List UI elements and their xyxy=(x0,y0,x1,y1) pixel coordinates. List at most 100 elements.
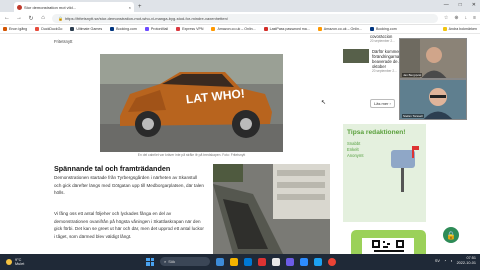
browser-tab-bar: Stor demonstration mot vild... × + xyxy=(0,0,480,12)
home-icon[interactable]: ⌂ xyxy=(40,15,46,21)
tip-line: Snabbt xyxy=(347,141,361,146)
bookmark-item[interactable]: Ultimate Games xyxy=(70,27,102,31)
participant-name: Jan Bergqvist xyxy=(402,73,423,77)
bookmarks-bar: Enon igång DuckDuckGo Ultimate Games Bookin… xyxy=(0,25,480,34)
bookmark-favicon-icon xyxy=(369,27,374,31)
other-bookmarks-label: Andra bokmärken xyxy=(448,27,477,31)
video-tile-1[interactable]: Jan Bergqvist xyxy=(399,38,467,79)
bookmark-favicon-icon xyxy=(176,27,181,31)
news-date: 20 september 2... xyxy=(370,39,395,43)
bookmark-favicon-icon xyxy=(35,27,40,31)
app-icon[interactable] xyxy=(258,257,266,266)
bookmark-label: Amazon.co.uk – Onlin... xyxy=(323,27,362,31)
clock-date: 2022-10-01 xyxy=(456,261,476,265)
search-placeholder: Sök xyxy=(168,259,176,264)
bookmark-favicon-icon xyxy=(70,27,75,31)
clock[interactable]: 07:51 2022-10-01 xyxy=(457,256,476,266)
bookmark-label: Express VPN xyxy=(182,27,204,31)
bookmark-item[interactable]: LastPass password ma... xyxy=(263,27,310,31)
address-toolbar: ← → ↻ ⌂ 🔒 https://fritetsnytt.se/stor-de… xyxy=(0,12,480,25)
tab-close-icon[interactable]: × xyxy=(129,5,131,10)
bookmark-item[interactable]: ProtonMail xyxy=(144,27,169,31)
other-bookmarks-folder[interactable]: Andra bokmärken xyxy=(442,27,477,31)
photo-caption: En del cabrilet var kräver inte på strål… xyxy=(137,153,246,157)
bookmark-favicon-icon xyxy=(110,27,115,31)
read-more-button[interactable]: Läs mer › xyxy=(370,99,395,108)
url-text: https://fritetsnytt.se/stor-demonstratio… xyxy=(64,15,228,21)
bookmark-label: Booking.com xyxy=(375,27,397,31)
volume-icon[interactable]: ◖ xyxy=(450,259,452,263)
bookmark-favicon-icon xyxy=(211,27,216,31)
aerial-demonstration-photo xyxy=(213,164,330,254)
car-photo: LAT WHO! xyxy=(100,54,283,152)
bookmark-favicon-icon xyxy=(263,27,268,31)
bookmark-item[interactable]: Amazon.co.uk – Onlin... xyxy=(317,27,362,31)
tip-line: Enkelt xyxy=(347,147,359,152)
taskbar-apps: ⌕ Sök xyxy=(146,257,336,266)
window-controls: — □ ✕ xyxy=(444,2,476,8)
bookmark-item[interactable]: Amazon.co.uk – Onlin... xyxy=(211,27,256,31)
bookmark-label: ProtonMail xyxy=(150,27,169,31)
qr-code-panel[interactable] xyxy=(351,230,426,254)
downloads-icon[interactable]: ↓ xyxy=(465,15,468,21)
extensions-icon[interactable]: ⊕ xyxy=(454,15,458,21)
bookmark-favicon-icon xyxy=(3,27,7,31)
file-explorer-icon[interactable] xyxy=(216,257,224,266)
tip-heading: Tipsa redaktionen! xyxy=(347,129,406,136)
bookmark-item[interactable]: Express VPN xyxy=(176,27,203,31)
lock-icon: 🔒 xyxy=(58,15,63,21)
news-thumbnail xyxy=(343,49,369,63)
mouse-cursor-icon: ↖ xyxy=(321,100,327,106)
photographer-credit: Fritetsnytt xyxy=(54,39,73,44)
bookmark-label: Ultimate Games xyxy=(76,27,103,31)
bookmark-label: Enon igång xyxy=(9,27,28,31)
article-subheading: Spännande tal och framträdanden xyxy=(54,164,171,173)
reload-icon[interactable]: ↻ xyxy=(28,15,34,22)
weather-icon xyxy=(6,259,12,265)
weather-desc: Mulet xyxy=(15,262,25,266)
language-indicator[interactable]: SV xyxy=(435,259,440,263)
qr-code xyxy=(362,238,414,254)
chat-icon[interactable] xyxy=(314,257,322,266)
bookmark-item[interactable]: DuckDuckGo xyxy=(35,27,62,31)
bookmark-item[interactable]: Booking.com xyxy=(369,27,397,31)
windows-taskbar: 9°C Mulet ⌕ Sök SV ◔ ◖ 07:51 2022-10-01 xyxy=(0,254,480,270)
bookmark-label: LastPass password ma... xyxy=(269,27,310,31)
folder-icon[interactable] xyxy=(230,257,238,266)
zoom-icon[interactable] xyxy=(300,257,308,266)
search-icon: ⌕ xyxy=(164,259,167,264)
tab-active[interactable]: Stor demonstration mot vild... × xyxy=(14,2,134,12)
bookmark-item[interactable]: Booking.com xyxy=(110,27,137,31)
wifi-icon[interactable]: ◔ xyxy=(444,259,446,263)
forward-icon[interactable]: → xyxy=(16,15,22,21)
close-window-icon[interactable]: ✕ xyxy=(472,2,476,8)
taskbar-search[interactable]: ⌕ Sök xyxy=(160,257,210,266)
article-paragraph-2: Vi fång oss ett antal följeher och lycka… xyxy=(54,211,204,240)
site-favicon-icon xyxy=(17,4,22,10)
chrome-icon[interactable] xyxy=(328,257,336,266)
bookmark-favicon-icon xyxy=(144,27,149,31)
bookmark-item[interactable]: Enon igång xyxy=(3,27,27,31)
bookmark-label: Amazon.co.uk – Onlin... xyxy=(217,27,256,31)
maximize-icon[interactable]: □ xyxy=(459,2,462,8)
video-tile-2[interactable]: Stefan Torssell xyxy=(399,79,467,120)
url-bar[interactable]: 🔒 https://fritetsnytt.se/stor-demonstrat… xyxy=(52,13,438,23)
edge-icon[interactable] xyxy=(244,257,252,266)
new-tab-button[interactable]: + xyxy=(138,4,142,10)
start-icon[interactable] xyxy=(146,257,154,266)
bookmark-star-icon[interactable]: ☆ xyxy=(444,15,448,21)
tip-box[interactable]: Tipsa redaktionen! Snabbt Enkelt Anonymt xyxy=(343,124,426,222)
menu-icon[interactable]: ≡ xyxy=(473,15,476,21)
floating-action-button[interactable]: 🔒 xyxy=(443,227,459,243)
bookmark-label: DuckDuckGo xyxy=(41,27,63,31)
teams-icon[interactable] xyxy=(286,257,294,266)
back-icon[interactable]: ← xyxy=(4,15,10,21)
minimize-icon[interactable]: — xyxy=(444,2,449,8)
weather-widget[interactable]: 9°C Mulet xyxy=(6,258,24,267)
store-icon[interactable] xyxy=(272,257,280,266)
participant-name: Stefan Torssell xyxy=(402,114,424,118)
tab-title: Stor demonstration mot vild... xyxy=(24,4,77,10)
folder-icon xyxy=(442,27,447,31)
browser-tools: ☆ ⊕ ↓ ≡ xyxy=(444,15,476,21)
bookmark-favicon-icon xyxy=(317,27,322,31)
